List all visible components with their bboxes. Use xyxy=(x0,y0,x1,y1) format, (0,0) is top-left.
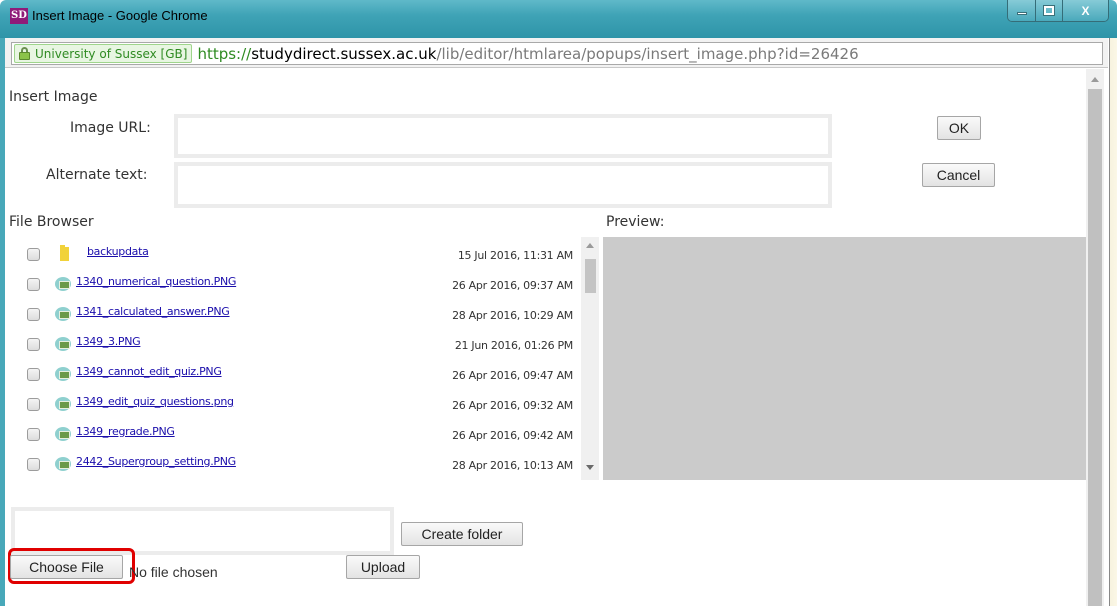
url-host: studydirect.sussex.ac.uk xyxy=(251,44,437,63)
alt-text-label: Alternate text: xyxy=(46,167,148,183)
file-browser-heading: File Browser xyxy=(9,214,94,230)
image-file-icon xyxy=(55,367,71,381)
file-date: 28 Apr 2016, 10:13 AM xyxy=(452,459,573,472)
folder-icon xyxy=(60,245,69,261)
file-date: 28 Apr 2016, 10:29 AM xyxy=(452,309,573,322)
window-frame-right xyxy=(1109,38,1117,606)
file-row: 1349_cannot_edit_quiz.PNG 26 Apr 2016, 0… xyxy=(5,360,585,390)
file-row: 1349_edit_quiz_questions.png 26 Apr 2016… xyxy=(5,390,585,420)
scroll-up-icon[interactable] xyxy=(1091,77,1099,82)
file-date: 26 Apr 2016, 09:42 AM xyxy=(452,429,573,442)
ev-org-label: University of Sussex [GB] xyxy=(35,46,188,61)
file-date: 26 Apr 2016, 09:37 AM xyxy=(452,279,573,292)
file-row: 1349_3.PNG 21 Jun 2016, 01:26 PM xyxy=(5,330,585,360)
close-button[interactable]: X xyxy=(1063,0,1108,21)
file-date: 26 Apr 2016, 09:32 AM xyxy=(452,399,573,412)
close-icon: X xyxy=(1081,3,1090,18)
minimize-button[interactable] xyxy=(1008,0,1036,21)
scrollbar-thumb[interactable] xyxy=(1088,89,1102,606)
file-checkbox[interactable] xyxy=(27,278,40,291)
app-icon: SD xyxy=(10,8,28,24)
preview-label: Preview: xyxy=(606,214,665,230)
file-date: 21 Jun 2016, 01:26 PM xyxy=(454,339,573,352)
dialog-heading: Insert Image xyxy=(9,89,98,105)
address-bar: University of Sussex [GB] https://studyd… xyxy=(5,38,1108,68)
file-link[interactable]: 1341_calculated_answer.PNG xyxy=(76,305,230,318)
maximize-icon xyxy=(1043,5,1055,16)
file-list-scrollbar[interactable] xyxy=(581,237,599,480)
choose-file-button[interactable]: Choose File xyxy=(10,555,123,579)
file-link[interactable]: 1340_numerical_question.PNG xyxy=(76,275,236,288)
file-date: 15 Jul 2016, 11:31 AM xyxy=(457,249,573,262)
window-controls: X xyxy=(1007,0,1109,22)
create-folder-button[interactable]: Create folder xyxy=(401,522,523,546)
image-file-icon xyxy=(55,277,71,291)
image-url-label: Image URL: xyxy=(70,120,151,136)
window-titlebar: SD Insert Image - Google Chrome X xyxy=(0,0,1117,38)
file-checkbox[interactable] xyxy=(27,458,40,471)
window-title: Insert Image - Google Chrome xyxy=(32,8,208,23)
url-text: https://studydirect.sussex.ac.uk/lib/edi… xyxy=(197,45,858,63)
image-url-input[interactable] xyxy=(174,114,832,158)
ok-button[interactable]: OK xyxy=(937,116,981,140)
file-link[interactable]: 1349_edit_quiz_questions.png xyxy=(76,395,234,408)
file-checkbox[interactable] xyxy=(27,248,40,261)
upload-button[interactable]: Upload xyxy=(346,555,420,579)
no-file-chosen-text: No file chosen xyxy=(129,564,218,580)
file-row: backupdata 15 Jul 2016, 11:31 AM xyxy=(5,240,585,270)
url-scheme: https:// xyxy=(197,44,252,63)
minimize-icon xyxy=(1016,12,1027,15)
file-link[interactable]: 1349_3.PNG xyxy=(76,335,141,348)
alt-text-input[interactable] xyxy=(174,162,832,208)
file-date: 26 Apr 2016, 09:47 AM xyxy=(452,369,573,382)
file-link[interactable]: backupdata xyxy=(87,245,149,258)
image-file-icon xyxy=(55,307,71,321)
file-checkbox[interactable] xyxy=(27,338,40,351)
scroll-down-icon[interactable] xyxy=(586,465,594,470)
file-row: 2442_Supergroup_setting.PNG 28 Apr 2016,… xyxy=(5,450,585,480)
file-checkbox[interactable] xyxy=(27,308,40,321)
image-file-icon xyxy=(55,397,71,411)
ev-certificate-badge[interactable]: University of Sussex [GB] xyxy=(14,44,193,63)
lock-icon xyxy=(19,47,30,60)
insert-image-dialog: Insert Image Image URL: Alternate text: … xyxy=(5,69,1086,606)
file-checkbox[interactable] xyxy=(27,368,40,381)
image-file-icon xyxy=(55,337,71,351)
scroll-up-icon[interactable] xyxy=(586,243,594,248)
file-row: 1341_calculated_answer.PNG 28 Apr 2016, … xyxy=(5,300,585,330)
file-row: 1340_numerical_question.PNG 26 Apr 2016,… xyxy=(5,270,585,300)
file-checkbox[interactable] xyxy=(27,428,40,441)
file-row: 1349_regrade.PNG 26 Apr 2016, 09:42 AM xyxy=(5,420,585,450)
file-checkbox[interactable] xyxy=(27,398,40,411)
page-scrollbar[interactable] xyxy=(1086,69,1104,606)
cancel-button[interactable]: Cancel xyxy=(922,163,995,187)
image-file-icon xyxy=(55,457,71,471)
scrollbar-thumb[interactable] xyxy=(585,259,596,293)
file-link[interactable]: 2442_Supergroup_setting.PNG xyxy=(76,455,236,468)
image-preview xyxy=(603,237,1086,480)
file-list: backupdata 15 Jul 2016, 11:31 AM 1340_nu… xyxy=(5,237,603,480)
image-file-icon xyxy=(55,427,71,441)
file-link[interactable]: 1349_regrade.PNG xyxy=(76,425,175,438)
url-field[interactable]: University of Sussex [GB] https://studyd… xyxy=(11,42,1103,65)
maximize-button[interactable] xyxy=(1036,0,1063,21)
file-link[interactable]: 1349_cannot_edit_quiz.PNG xyxy=(76,365,222,378)
url-path: /lib/editor/htmlarea/popups/insert_image… xyxy=(436,44,859,63)
